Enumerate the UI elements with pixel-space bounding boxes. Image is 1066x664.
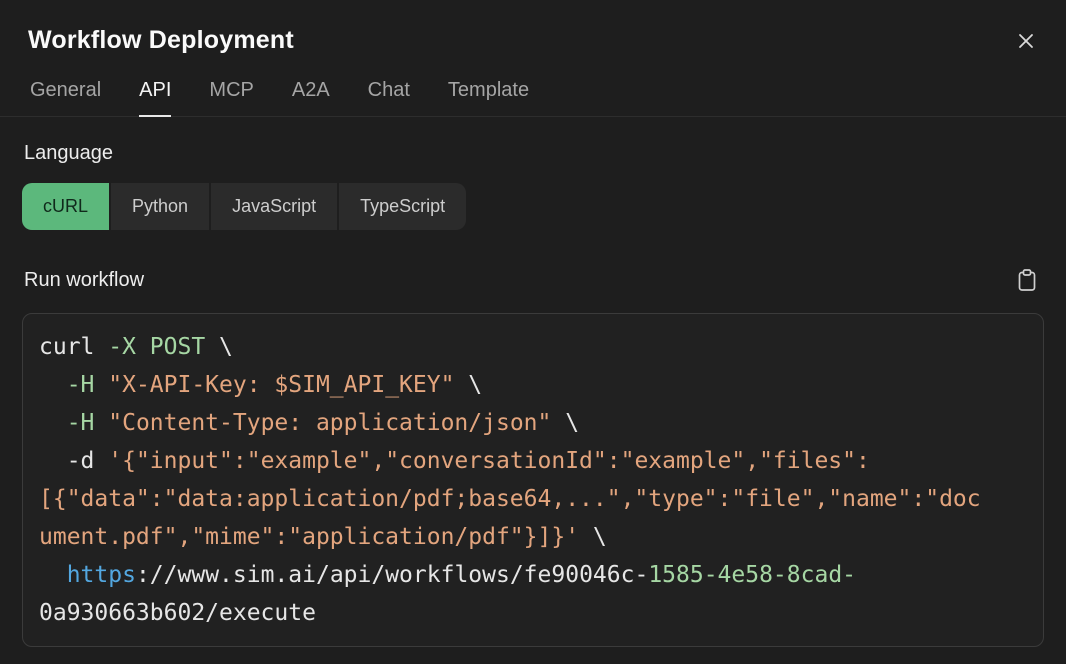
workflow-deployment-modal: Workflow Deployment General API MCP A2A Chat… xyxy=(0,0,1066,664)
code-line: ument.pdf","mime":"application/pdf"}]}' … xyxy=(39,518,1027,556)
close-icon xyxy=(1016,31,1036,51)
language-label: Language xyxy=(24,142,1044,165)
clipboard-icon xyxy=(1016,268,1038,292)
code-line: -H "Content-Type: application/json" \ xyxy=(39,404,1027,442)
code-line: 0a930663b602/execute xyxy=(39,594,1027,632)
tab-api[interactable]: API xyxy=(139,79,171,117)
lang-python[interactable]: Python xyxy=(111,183,209,230)
tab-bar: General API MCP A2A Chat Template xyxy=(0,79,1066,117)
copy-button[interactable] xyxy=(1014,266,1040,294)
page-title: Workflow Deployment xyxy=(28,26,294,55)
code-line: https://www.sim.ai/api/workflows/fe90046… xyxy=(39,556,1027,594)
code-line: -H "X-API-Key: $SIM_API_KEY" \ xyxy=(39,366,1027,404)
tab-template[interactable]: Template xyxy=(448,79,529,117)
modal-header: Workflow Deployment xyxy=(0,0,1066,55)
tab-general[interactable]: General xyxy=(30,79,101,117)
code-block: curl -X POST \ -H "X-API-Key: $SIM_API_K… xyxy=(22,313,1044,647)
language-selector: cURLPythonJavaScriptTypeScript xyxy=(22,183,466,230)
lang-typescript[interactable]: TypeScript xyxy=(339,183,466,230)
tab-a2a[interactable]: A2A xyxy=(292,79,330,117)
modal-content: Language cURLPythonJavaScriptTypeScript … xyxy=(0,117,1066,664)
code-line: [{"data":"data:application/pdf;base64,..… xyxy=(39,480,1027,518)
lang-javascript[interactable]: JavaScript xyxy=(211,183,337,230)
lang-curl[interactable]: cURL xyxy=(22,183,109,230)
code-line: curl -X POST \ xyxy=(39,328,1027,366)
tab-chat[interactable]: Chat xyxy=(368,79,410,117)
tab-mcp[interactable]: MCP xyxy=(209,79,253,117)
run-workflow-row: Run workflow xyxy=(22,266,1044,294)
close-button[interactable] xyxy=(1012,27,1040,55)
code-line: -d '{"input":"example","conversationId":… xyxy=(39,442,1027,480)
run-workflow-label: Run workflow xyxy=(24,269,144,292)
